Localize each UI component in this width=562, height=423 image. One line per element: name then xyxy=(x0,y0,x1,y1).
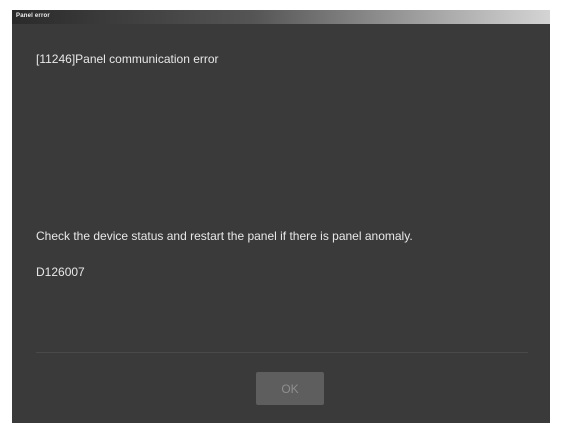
divider xyxy=(36,352,528,353)
error-message: Check the device status and restart the … xyxy=(36,229,413,243)
ok-button[interactable]: OK xyxy=(256,372,324,405)
title-bar: Panel error xyxy=(12,10,550,24)
error-code-line: [11246]Panel communication error xyxy=(36,52,219,66)
error-dialog: Panel error [11246]Panel communication e… xyxy=(12,10,550,423)
detail-code: D126007 xyxy=(36,265,85,279)
dialog-title: Panel error xyxy=(16,13,50,19)
